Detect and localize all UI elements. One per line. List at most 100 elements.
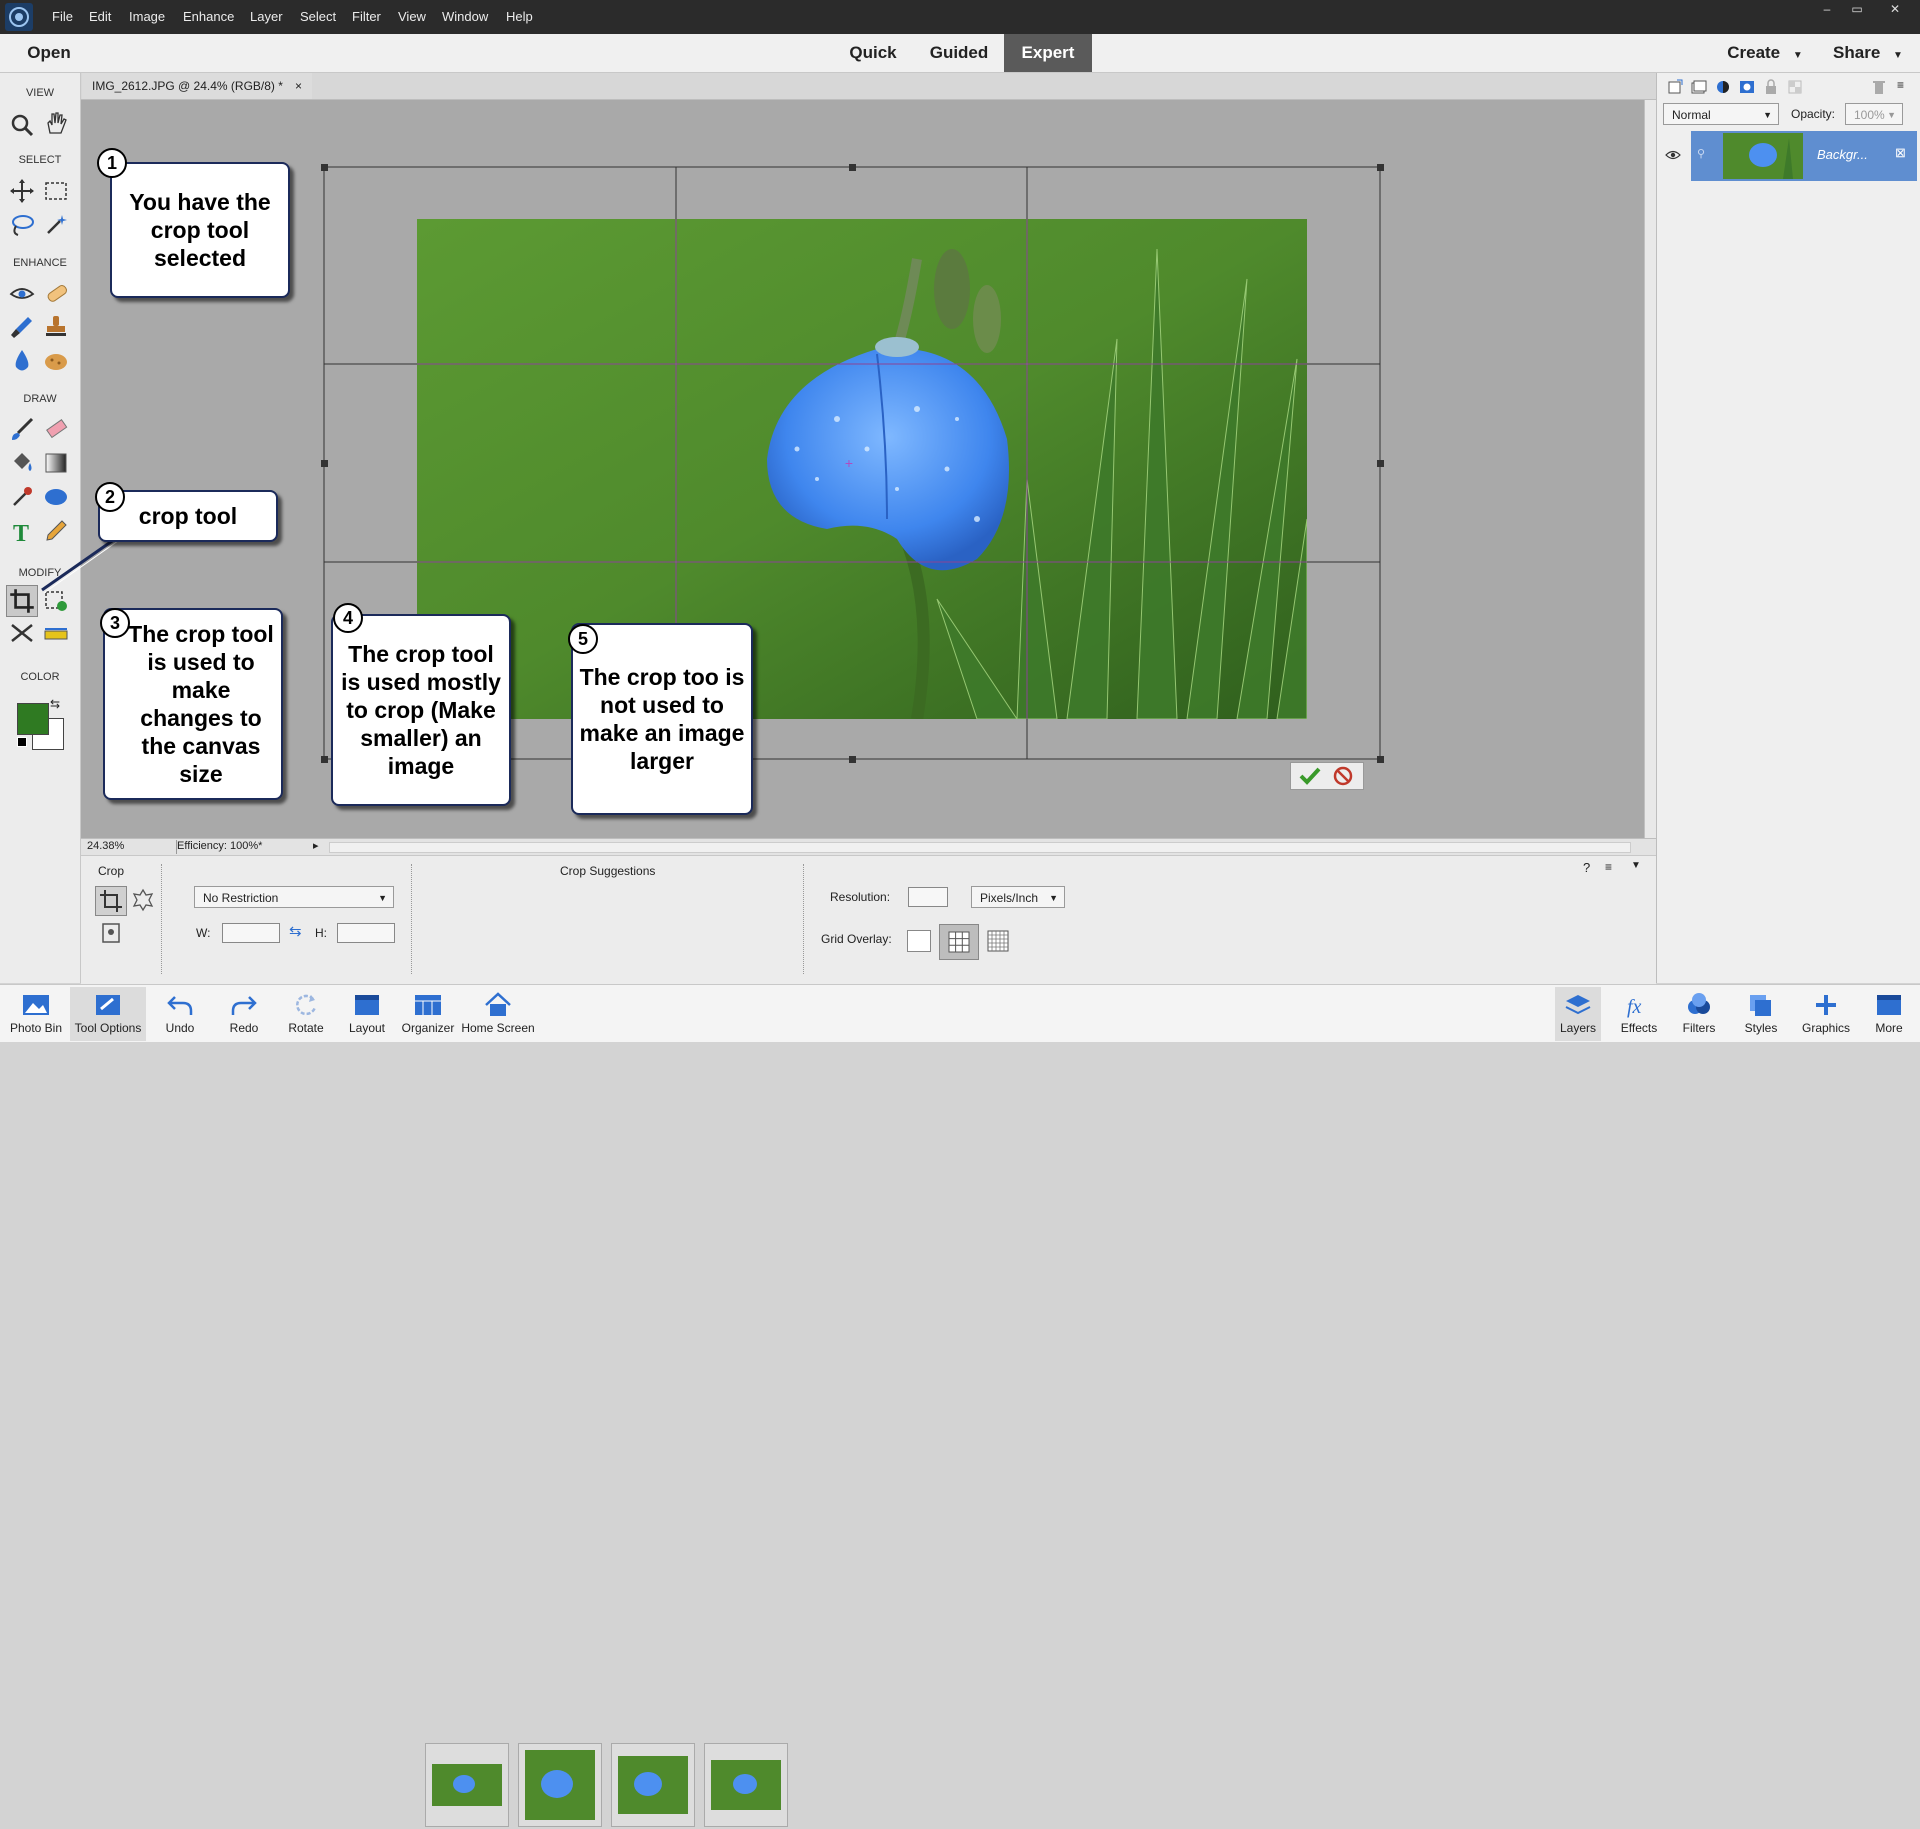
- options-menu-icon[interactable]: ≡: [1605, 860, 1612, 874]
- grid-none-option[interactable]: [907, 930, 931, 952]
- tab-expert[interactable]: Expert: [1004, 34, 1092, 72]
- layer-mask-icon[interactable]: [1739, 79, 1755, 95]
- crop-suggestion-2-thumb: [525, 1750, 595, 1820]
- marquee-tool-icon[interactable]: [42, 177, 70, 205]
- layout-button[interactable]: Layout: [344, 987, 390, 1041]
- photo-bin-button[interactable]: Photo Bin: [8, 987, 64, 1041]
- lasso-tool-icon[interactable]: [8, 211, 36, 239]
- layer-row-background[interactable]: ⚲ Backgr... ⊠: [1691, 131, 1917, 181]
- menu-window[interactable]: Window: [442, 9, 488, 24]
- menu-select[interactable]: Select: [300, 9, 336, 24]
- collapse-options-icon[interactable]: ▼: [1631, 860, 1641, 871]
- shape-tool-icon[interactable]: [42, 483, 70, 511]
- menu-enhance[interactable]: Enhance: [183, 9, 234, 24]
- document-tab[interactable]: IMG_2612.JPG @ 24.4% (RGB/8) * ×: [82, 73, 312, 99]
- aspect-ratio-select[interactable]: No Restriction ▼: [194, 886, 394, 908]
- tab-guided[interactable]: Guided: [924, 34, 994, 72]
- new-layer-icon[interactable]: [1667, 79, 1683, 95]
- crop-suggestion-2[interactable]: [518, 1743, 602, 1827]
- sponge-tool-icon[interactable]: [42, 347, 70, 375]
- width-input[interactable]: [222, 923, 280, 943]
- move-tool-icon[interactable]: [8, 177, 36, 205]
- clone-stamp-tool-icon[interactable]: [42, 313, 70, 341]
- menu-image[interactable]: Image: [129, 9, 165, 24]
- tab-quick[interactable]: Quick: [838, 34, 908, 72]
- home-screen-button[interactable]: Home Screen: [460, 987, 536, 1041]
- straighten-tool-icon[interactable]: [42, 619, 70, 647]
- help-icon[interactable]: ?: [1583, 860, 1590, 875]
- tool-options-button[interactable]: Tool Options: [70, 987, 146, 1041]
- blur-tool-icon[interactable]: [8, 347, 36, 375]
- callout-1: You have the crop tool selected: [110, 162, 290, 298]
- open-button[interactable]: Open ▼: [14, 34, 84, 99]
- magic-wand-tool-icon[interactable]: [42, 211, 70, 239]
- blend-mode-select[interactable]: Normal ▼: [1663, 103, 1779, 125]
- content-aware-move-tool-icon[interactable]: [8, 619, 36, 647]
- perspective-crop-icon[interactable]: [101, 922, 121, 944]
- app-logo-icon[interactable]: [4, 2, 34, 32]
- menu-view[interactable]: View: [398, 9, 426, 24]
- menu-layer[interactable]: Layer: [250, 9, 283, 24]
- crop-suggestion-1[interactable]: [425, 1743, 509, 1827]
- lock-transparency-icon[interactable]: [1787, 79, 1803, 95]
- default-colors-icon[interactable]: [17, 737, 27, 747]
- menu-file[interactable]: File: [52, 9, 73, 24]
- minimize-button[interactable]: –: [1812, 0, 1842, 18]
- crop-mode-icon[interactable]: [95, 886, 127, 916]
- healing-brush-tool-icon[interactable]: [42, 279, 70, 307]
- create-button[interactable]: Create ▼: [1722, 34, 1808, 72]
- adjustment-layer-icon[interactable]: [1715, 79, 1731, 95]
- callout-1-text: You have the crop tool selected: [129, 189, 271, 271]
- rotate-button[interactable]: Rotate: [282, 987, 330, 1041]
- menu-edit[interactable]: Edit: [89, 9, 111, 24]
- zoom-tool-icon[interactable]: [8, 111, 36, 139]
- resolution-input[interactable]: [908, 887, 948, 907]
- menu-help[interactable]: Help: [506, 9, 533, 24]
- graphics-button[interactable]: Graphics: [1798, 987, 1854, 1041]
- cookie-cutter-icon[interactable]: [131, 888, 155, 912]
- canvas-area[interactable]: +: [81, 100, 1644, 838]
- gradient-tool-icon[interactable]: [42, 449, 70, 477]
- layers-button[interactable]: Layers: [1555, 987, 1601, 1041]
- horizontal-scrollbar[interactable]: [329, 842, 1631, 853]
- redo-button[interactable]: Redo: [224, 987, 264, 1041]
- smart-brush-tool-icon[interactable]: [8, 313, 36, 341]
- checkmark-icon[interactable]: [1299, 766, 1321, 786]
- close-tab-icon[interactable]: ×: [295, 73, 302, 99]
- more-button[interactable]: More: [1866, 987, 1912, 1041]
- visibility-eye-icon[interactable]: [1665, 149, 1681, 161]
- organizer-button[interactable]: Organizer: [400, 987, 456, 1041]
- share-button[interactable]: Share ▼: [1828, 34, 1908, 72]
- cancel-icon[interactable]: [1333, 766, 1353, 786]
- menu-filter[interactable]: Filter: [352, 9, 381, 24]
- close-window-button[interactable]: ✕: [1880, 0, 1910, 18]
- resolution-unit-select[interactable]: Pixels/Inch ▼: [971, 886, 1065, 908]
- eyedropper-tool-icon[interactable]: [8, 483, 36, 511]
- lock-all-icon[interactable]: [1763, 79, 1779, 95]
- red-eye-tool-icon[interactable]: [8, 279, 36, 307]
- undo-button[interactable]: Undo: [160, 987, 200, 1041]
- restore-button[interactable]: ▭: [1842, 0, 1872, 18]
- delete-layer-icon[interactable]: [1871, 79, 1887, 95]
- hand-tool-icon[interactable]: [42, 109, 70, 137]
- filters-button[interactable]: Filters: [1676, 987, 1722, 1041]
- brush-tool-icon[interactable]: [8, 415, 36, 443]
- opacity-field[interactable]: 100% ▼: [1845, 103, 1903, 125]
- height-input[interactable]: [337, 923, 395, 943]
- paint-bucket-tool-icon[interactable]: [8, 449, 36, 477]
- styles-button[interactable]: Styles: [1738, 987, 1784, 1041]
- crop-bounding-box[interactable]: +: [81, 100, 1644, 838]
- panel-menu-icon[interactable]: ≡: [1897, 78, 1904, 92]
- grid-fine-icon[interactable]: [987, 930, 1009, 952]
- effects-button[interactable]: fx Effects: [1616, 987, 1662, 1041]
- eraser-tool-icon[interactable]: [42, 415, 70, 443]
- grid-thirds-option[interactable]: [939, 924, 979, 960]
- new-group-icon[interactable]: [1691, 79, 1707, 95]
- swap-dimensions-icon[interactable]: ⇆: [289, 922, 302, 940]
- crop-suggestion-3[interactable]: [611, 1743, 695, 1827]
- height-label: H:: [315, 926, 327, 940]
- swap-colors-icon[interactable]: ⇆: [50, 697, 60, 711]
- foreground-color-swatch[interactable]: [17, 703, 49, 735]
- status-expand-icon[interactable]: ▸: [313, 839, 319, 852]
- crop-suggestion-4[interactable]: [704, 1743, 788, 1827]
